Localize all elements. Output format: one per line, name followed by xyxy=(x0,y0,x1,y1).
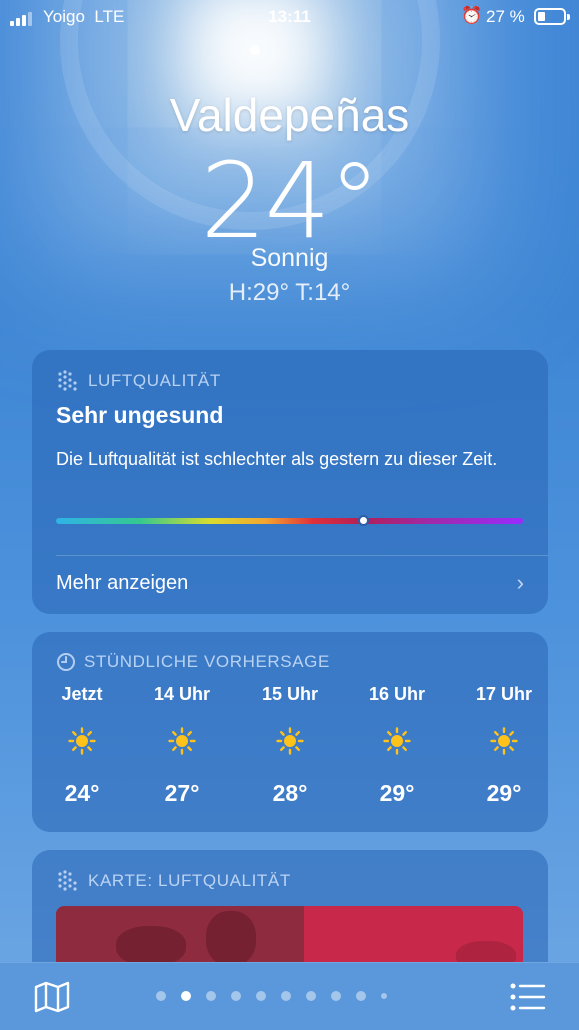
hour-temperature: 27° xyxy=(164,780,200,806)
battery-percent: 27 % xyxy=(486,7,525,26)
hour-temperature: 29° xyxy=(486,780,522,806)
page-dot[interactable] xyxy=(256,991,266,1001)
air-quality-title: Sehr ungesund xyxy=(56,402,224,428)
sun-icon xyxy=(68,727,96,755)
sun-glow xyxy=(250,45,260,55)
hour-label: Jetzt xyxy=(61,684,103,704)
page-dot-active[interactable] xyxy=(181,991,191,1001)
air-quality-icon xyxy=(58,870,77,891)
weather-condition: Sonnig xyxy=(250,244,329,272)
hourly-forecast-heading-label: STÜNDLICHE VORHERSAGE xyxy=(84,652,330,671)
air-quality-card[interactable]: LUFTQUALITÄT Sehr ungesund Die Luftquali… xyxy=(32,350,548,614)
air-quality-indicator xyxy=(358,515,370,526)
map-terrain xyxy=(206,911,256,966)
high-low-temperature: H:29° T:14° xyxy=(228,279,351,306)
battery-icon xyxy=(534,8,570,25)
show-more-link[interactable]: Mehr anzeigen xyxy=(56,572,188,595)
page-dot[interactable] xyxy=(381,993,387,999)
page-dot[interactable] xyxy=(206,991,216,1001)
hour-label: 15 Uhr xyxy=(261,684,319,704)
alarm-icon: ⏰ xyxy=(461,6,483,25)
chevron-right-icon[interactable]: › xyxy=(517,570,524,596)
hour-temperature: 28° xyxy=(272,780,308,806)
divider xyxy=(56,555,548,556)
air-quality-icon xyxy=(58,370,77,391)
hour-item: 16 Uhr 29° xyxy=(352,684,442,807)
map-terrain xyxy=(116,926,186,966)
page-dot[interactable] xyxy=(231,991,241,1001)
page-dot[interactable] xyxy=(331,991,341,1001)
hour-item: Jetzt 24° xyxy=(37,684,127,807)
page-dot[interactable] xyxy=(156,991,166,1001)
air-quality-map-heading: KARTE: LUFTQUALITÄT xyxy=(56,870,291,892)
page-dot[interactable] xyxy=(356,991,366,1001)
hourly-forecast-card: STÜNDLICHE VORHERSAGE Jetzt 24° 14 Uhr 2… xyxy=(32,632,548,832)
hour-label: 16 Uhr xyxy=(368,684,426,704)
hourly-forecast-heading: STÜNDLICHE VORHERSAGE xyxy=(56,652,330,672)
hour-item: 17 Uhr 29° xyxy=(459,684,549,807)
hour-item: 14 Uhr 27° xyxy=(137,684,227,807)
list-icon[interactable] xyxy=(510,983,546,1011)
sun-icon xyxy=(168,727,196,755)
hour-temperature: 29° xyxy=(379,780,415,806)
sun-icon xyxy=(276,727,304,755)
bottom-toolbar xyxy=(0,962,579,1030)
city-name: Valdepeñas xyxy=(169,89,410,141)
hour-label: 14 Uhr xyxy=(153,684,211,704)
air-quality-heading: LUFTQUALITÄT xyxy=(56,370,221,392)
sun-icon xyxy=(383,727,411,755)
page-dot[interactable] xyxy=(306,991,316,1001)
hour-item: 15 Uhr 28° xyxy=(245,684,335,807)
air-quality-description: Die Luftqualität ist schlechter als gest… xyxy=(56,449,498,469)
hour-temperature: 24° xyxy=(64,780,100,806)
hour-label: 17 Uhr xyxy=(475,684,533,704)
page-indicator[interactable] xyxy=(156,991,387,1001)
page-dot[interactable] xyxy=(281,991,291,1001)
clock-icon xyxy=(57,653,75,671)
map-icon[interactable] xyxy=(34,981,70,1013)
status-bar: Yoigo LTE 13:11 ⏰ 27 % xyxy=(0,0,579,34)
air-quality-scale xyxy=(56,518,523,524)
sun-icon xyxy=(490,727,518,755)
air-quality-heading-label: LUFTQUALITÄT xyxy=(88,371,221,390)
air-quality-map-heading-label: KARTE: LUFTQUALITÄT xyxy=(88,871,291,890)
